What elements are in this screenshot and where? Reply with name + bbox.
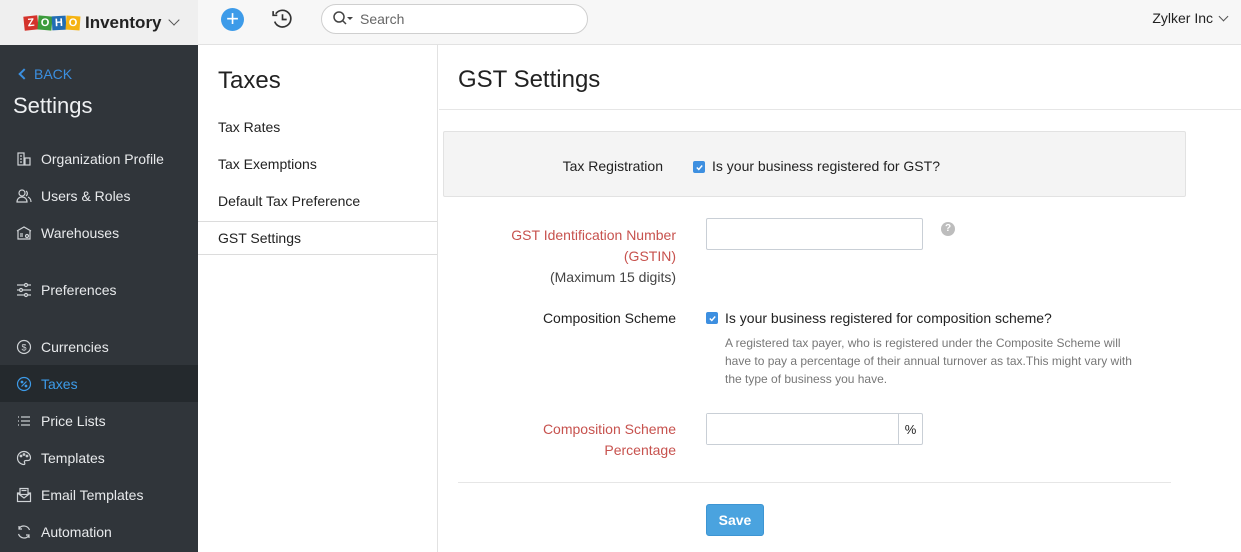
sidebar-item-label: Currencies <box>41 338 109 355</box>
settings-sidebar: BACK Settings Organization Profile Users… <box>0 45 198 552</box>
sidebar-item-label: Email Templates <box>41 486 144 503</box>
org-switcher[interactable]: Zylker Inc <box>1152 10 1229 26</box>
sidebar-item-label: Preferences <box>41 281 117 298</box>
tax-registration-section: Tax Registration Is your business regist… <box>443 131 1186 197</box>
sidebar-item-label: Warehouses <box>41 224 120 241</box>
list-icon <box>16 413 32 429</box>
gst-settings-panel: GST Settings Tax Registration Is your bu… <box>439 45 1241 552</box>
app-name: Inventory <box>85 12 162 32</box>
gstin-input[interactable] <box>706 218 923 250</box>
submenu-item-default-tax-preference[interactable]: Default Tax Preference <box>198 184 437 218</box>
submenu-title: Taxes <box>218 67 281 94</box>
composition-percentage-input[interactable] <box>707 414 898 444</box>
building-icon <box>16 151 32 167</box>
chevron-down-icon <box>1218 11 1229 21</box>
logo-letter: O <box>65 15 81 30</box>
search-input[interactable] <box>360 11 580 27</box>
gst-registered-checkbox[interactable] <box>693 161 705 173</box>
submenu-item-gst-settings[interactable]: GST Settings <box>198 221 437 255</box>
back-label: BACK <box>34 66 73 82</box>
zoho-logo: Z O H O <box>23 14 81 31</box>
composition-scheme-checkbox[interactable] <box>706 312 718 324</box>
help-line: the type of business you have. <box>725 372 888 386</box>
percent-addon: % <box>898 414 922 444</box>
sidebar-title: Settings <box>13 93 93 118</box>
help-line: have to pay a percentage of their annual… <box>725 354 1132 368</box>
search-icon[interactable] <box>332 10 354 28</box>
dollar-circle-icon: $ <box>16 339 32 355</box>
save-button[interactable]: Save <box>706 504 764 536</box>
sidebar-item-automation[interactable]: Automation <box>0 513 198 550</box>
sidebar-item-price-lists[interactable]: Price Lists <box>0 402 198 439</box>
question-circle-icon[interactable]: ? <box>941 222 955 236</box>
tax-registration-label: Tax Registration <box>562 158 663 174</box>
submenu-item-tax-rates[interactable]: Tax Rates <box>198 110 437 144</box>
search-box[interactable] <box>321 4 588 34</box>
svg-text:$: $ <box>21 342 26 352</box>
sidebar-item-warehouses[interactable]: Warehouses <box>0 214 198 251</box>
sidebar-item-label: Price Lists <box>41 412 106 429</box>
divider <box>439 109 1241 110</box>
sidebar-item-label: Taxes <box>41 375 78 392</box>
sidebar-item-preferences[interactable]: Preferences <box>0 271 198 308</box>
sidebar-item-label: Templates <box>41 449 105 466</box>
composition-percentage-field: % <box>706 413 923 445</box>
logo-letter: O <box>37 14 53 31</box>
submenu-item-tax-exemptions[interactable]: Tax Exemptions <box>198 147 437 181</box>
sidebar-item-templates[interactable]: Templates <box>0 439 198 476</box>
gstin-hint: (Maximum 15 digits) <box>549 269 676 285</box>
taxes-submenu: Taxes Tax Rates Tax Exemptions Default T… <box>198 45 438 552</box>
plus-circle-icon[interactable]: + <box>221 8 244 31</box>
sidebar-item-label: Automation <box>41 523 112 540</box>
sidebar-item-organization-profile[interactable]: Organization Profile <box>0 140 198 177</box>
help-line: A registered tax payer, who is registere… <box>725 336 1121 350</box>
sidebar-item-label: Organization Profile <box>41 150 164 167</box>
sidebar-item-taxes[interactable]: Taxes <box>0 365 198 402</box>
org-name: Zylker Inc <box>1152 10 1213 26</box>
chevron-left-icon <box>18 68 30 80</box>
gstin-label-line2: (GSTIN) <box>623 248 676 264</box>
composition-scheme-help: A registered tax payer, who is registere… <box>725 334 1185 388</box>
sidebar-item-email-templates[interactable]: Email Templates <box>0 476 198 513</box>
sidebar-item-currencies[interactable]: $ Currencies <box>0 328 198 365</box>
divider <box>458 482 1171 483</box>
sliders-icon <box>16 282 32 298</box>
refresh-icon <box>16 524 32 540</box>
back-link[interactable]: BACK <box>18 66 72 82</box>
composition-percentage-label-line1: Composition Scheme <box>542 421 676 437</box>
app-switcher[interactable]: Z O H O Inventory <box>0 0 198 45</box>
email-template-icon <box>16 487 32 503</box>
palette-icon <box>16 450 32 466</box>
logo-letter: Z <box>23 14 39 31</box>
users-icon <box>16 188 32 204</box>
sidebar-item-label: Users & Roles <box>41 187 131 204</box>
composition-scheme-checkbox-label[interactable]: Is your business registered for composit… <box>725 310 1052 326</box>
gstin-label-line1: GST Identification Number <box>511 227 676 243</box>
composition-scheme-label: Composition Scheme <box>542 310 676 326</box>
page-title: GST Settings <box>458 66 601 93</box>
top-bar: Z O H O Inventory + Zylker Inc <box>0 0 1241 45</box>
sidebar-item-users-roles[interactable]: Users & Roles <box>0 177 198 214</box>
composition-percentage-label-line2: Percentage <box>604 442 676 458</box>
composition-percentage-label: Composition Scheme Percentage <box>543 419 676 461</box>
warehouse-icon <box>16 225 32 241</box>
logo-letter: H <box>51 15 67 30</box>
percent-circle-icon <box>16 376 32 392</box>
gst-registered-checkbox-label[interactable]: Is your business registered for GST? <box>712 158 940 174</box>
chevron-down-icon <box>167 14 180 26</box>
history-clock-icon[interactable] <box>270 7 295 32</box>
gstin-label: GST Identification Number (GSTIN) (Maxim… <box>511 225 676 288</box>
